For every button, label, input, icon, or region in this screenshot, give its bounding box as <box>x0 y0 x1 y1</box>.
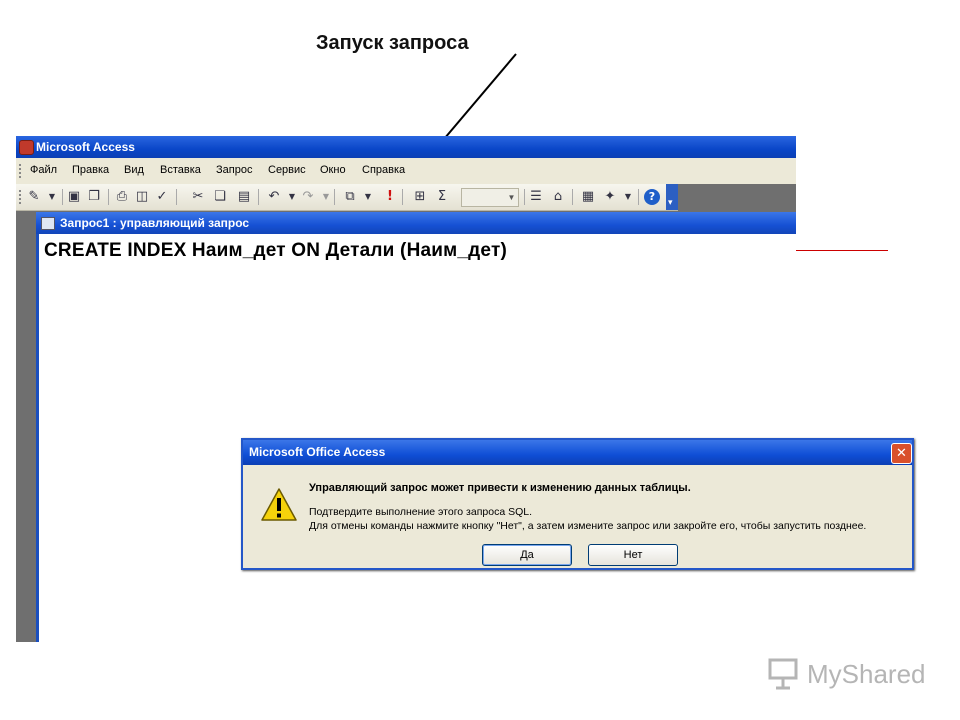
presentation-icon <box>768 658 798 690</box>
new-object-icon[interactable]: ✦ <box>602 189 618 205</box>
chevron-down-icon[interactable]: ▼ <box>284 189 300 205</box>
toolbar-separator <box>258 189 259 205</box>
query-window-icon <box>41 217 55 230</box>
menubar: Файл Правка Вид Вставка Запрос Сервис Ок… <box>16 158 796 184</box>
yes-button[interactable]: Да <box>482 544 572 566</box>
dialog-message-main: Управляющий запрос может привести к изме… <box>309 482 691 494</box>
menu-window[interactable]: Окно <box>320 164 346 176</box>
dialog-message-line1: Подтвердите выполнение этого запроса SQL… <box>309 506 533 518</box>
menu-file[interactable]: Файл <box>30 164 57 176</box>
red-underline <box>796 250 888 251</box>
save-icon[interactable]: ▣ <box>66 189 82 205</box>
confirm-dialog: Microsoft Office Access ✕ Управляющий за… <box>241 438 914 570</box>
toolbar-grip[interactable] <box>19 190 24 204</box>
redo-icon[interactable]: ↷ <box>300 189 316 205</box>
dialog-message-line2: Для отмены команды нажмите кнопку "Нет",… <box>309 520 867 532</box>
query-window-title: Запрос1 : управляющий запрос <box>60 216 250 230</box>
app-titlebar: Microsoft Access <box>16 136 796 158</box>
undo-icon[interactable]: ↶ <box>266 189 282 205</box>
close-button[interactable]: ✕ <box>891 443 912 464</box>
menu-tools[interactable]: Сервис <box>268 164 306 176</box>
chevron-down-icon[interactable]: ▼ <box>318 189 334 205</box>
query-window-titlebar: Запрос1 : управляющий запрос <box>36 212 796 234</box>
toolbar-separator <box>108 189 109 205</box>
toolbar-separator <box>638 189 639 205</box>
watermark-logo: MyShared <box>767 655 937 695</box>
toolbar-separator <box>334 189 335 205</box>
menubar-grip[interactable] <box>19 164 24 178</box>
app-title: Microsoft Access <box>36 140 135 154</box>
warning-icon <box>261 488 297 521</box>
totals-icon[interactable]: Σ <box>434 189 450 205</box>
build-icon[interactable]: ⌂ <box>550 189 566 205</box>
watermark-text: MyShared <box>807 659 926 689</box>
query-type-icon[interactable]: ⧉ <box>342 189 358 205</box>
spelling-icon[interactable]: ✓ <box>154 189 170 205</box>
run-icon[interactable]: ! <box>382 189 398 205</box>
menu-view[interactable]: Вид <box>124 164 144 176</box>
menu-query[interactable]: Запрос <box>216 164 252 176</box>
paste-icon[interactable]: ▤ <box>236 189 252 205</box>
toolbar-separator <box>572 189 573 205</box>
toolbar-separator <box>524 189 525 205</box>
menu-insert[interactable]: Вставка <box>160 164 201 176</box>
copy-icon[interactable]: ❏ <box>212 189 228 205</box>
query-toolbar: ✎ ▼ ▣ ❐ ⎙ ◫ ✓ ✂ ❏ ▤ ↶ ▼ ↷ ▼ ⧉ ▼ ! ⊞ Σ ▼ … <box>16 184 678 211</box>
dialog-title: Microsoft Office Access <box>249 445 386 459</box>
toolbar-options-icon: ▾ <box>668 197 673 207</box>
cut-icon[interactable]: ✂ <box>190 189 206 205</box>
database-window-icon[interactable]: ▦ <box>580 189 596 205</box>
chevron-down-icon[interactable]: ▼ <box>360 189 376 205</box>
properties-icon[interactable]: ❐ <box>86 189 102 205</box>
menu-help[interactable]: Справка <box>362 164 405 176</box>
print-icon[interactable]: ⎙ <box>114 189 130 205</box>
sql-text[interactable]: CREATE INDEX Наим_дет ON Детали (Наим_де… <box>44 240 507 262</box>
access-key-icon <box>19 140 34 155</box>
print-preview-icon[interactable]: ◫ <box>134 189 150 205</box>
chevron-down-icon[interactable]: ▼ <box>620 189 636 205</box>
toolbar-separator <box>176 189 177 205</box>
chevron-down-icon[interactable]: ▼ <box>506 190 517 205</box>
toolbar-separator <box>62 189 63 205</box>
design-view-icon[interactable]: ✎ <box>26 189 42 205</box>
no-button[interactable]: Нет <box>588 544 678 566</box>
menu-edit[interactable]: Правка <box>72 164 109 176</box>
top-values-combo[interactable]: ▼ <box>461 188 519 207</box>
chevron-down-icon[interactable]: ▼ <box>44 189 60 205</box>
toolbar-separator <box>402 189 403 205</box>
help-icon[interactable]: ? <box>644 189 660 205</box>
toolbar-options[interactable]: ▾ <box>666 184 678 210</box>
show-table-icon[interactable]: ⊞ <box>412 189 428 205</box>
properties-sheet-icon[interactable]: ☰ <box>528 189 544 205</box>
dialog-titlebar: Microsoft Office Access ✕ <box>243 440 912 465</box>
